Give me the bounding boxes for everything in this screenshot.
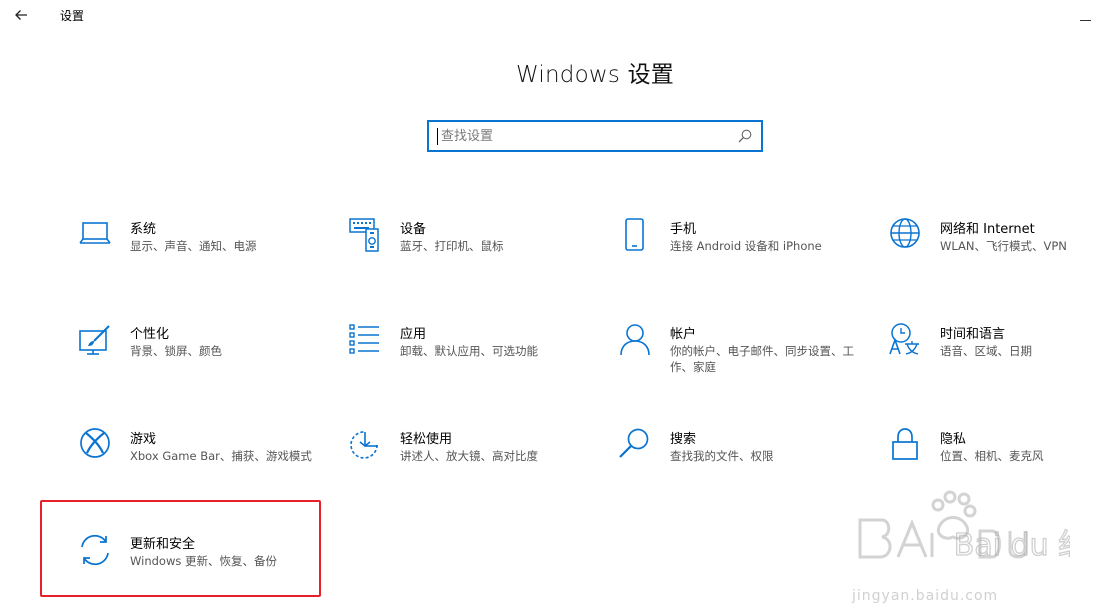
tile-description: 显示、声音、通知、电源 [130,239,257,253]
phone-icon [625,218,644,251]
tile-description: Xbox Game Bar、捕获、游戏模式 [130,449,312,463]
tile-name: 轻松使用 [400,432,453,447]
tile-name: 手机 [670,222,697,237]
tile-name: 搜索 [670,432,697,447]
tile-name: 设备 [400,222,427,237]
title-bar: 设置 [0,0,1112,30]
tile-ease-of-access[interactable]: 轻松使用 讲述人、放大镜、高对比度 [348,428,598,508]
personalization-icon [79,325,110,355]
tile-system[interactable]: 系统 显示、声音、通知、电源 [78,218,328,298]
tile-description: WLAN、飞行模式、VPN [940,239,1067,253]
page-title: Windows 设置 [516,62,674,88]
tile-name: 隐私 [940,432,967,447]
tile-devices[interactable]: 设备 蓝牙、打印机、鼠标 [348,218,598,298]
tile-description: 语音、区域、日期 [940,344,1032,358]
xbox-icon [80,428,110,458]
tile-name: 网络和 Internet [940,222,1035,237]
minimize-button[interactable] [1072,2,1098,28]
tile-name: 应用 [400,327,427,342]
tile-name: 系统 [130,222,157,237]
tile-description: 你的帐户、电子邮件、同步设置、工作、家庭 [670,344,854,374]
tile-name: 个性化 [130,327,170,342]
back-button[interactable] [8,2,34,28]
search-box[interactable] [427,120,763,152]
tile-search[interactable]: 搜索 查找我的文件、权限 [618,428,868,508]
apps-list-icon [349,324,379,354]
globe-icon [890,218,920,248]
lock-icon [892,428,918,460]
tile-description: 连接 Android 设备和 iPhone [670,239,822,253]
devices-icon [349,218,379,252]
person-icon [620,324,650,356]
tile-network[interactable]: 网络和 Internet WLAN、飞行模式、VPN [888,218,1112,298]
tile-description: 查找我的文件、权限 [670,449,774,463]
magnifier-icon[interactable] [737,128,753,144]
time-language-icon [889,323,919,355]
search-input[interactable] [435,126,741,146]
tile-description: 背景、锁屏、颜色 [130,344,222,358]
highlight-annotation [40,500,321,597]
tile-name: 帐户 [670,327,697,342]
tile-description: 讲述人、放大镜、高对比度 [400,449,538,463]
tile-gaming[interactable]: 游戏 Xbox Game Bar、捕获、游戏模式 [78,428,328,508]
tile-name: 游戏 [130,432,157,447]
back-arrow-icon [15,10,27,20]
tile-description: 位置、相机、麦克风 [940,449,1044,463]
tile-description: 卸载、默认应用、可选功能 [400,344,538,358]
tile-description: 蓝牙、打印机、鼠标 [400,239,504,253]
tile-apps[interactable]: 应用 卸载、默认应用、可选功能 [348,323,598,403]
window-title: 设置 [60,9,85,23]
tile-accounts[interactable]: 帐户 你的帐户、电子邮件、同步设置、工作、家庭 [618,323,868,403]
minimize-icon [1079,19,1091,21]
ease-of-access-icon [350,431,378,459]
tile-personalization[interactable]: 个性化 背景、锁屏、颜色 [78,323,328,403]
tile-time-language[interactable]: 时间和语言 语音、区域、日期 [888,323,1112,403]
watermark-url: jingyan.baidu.com [852,588,999,604]
tile-name: 时间和语言 [940,327,1006,342]
search-icon [619,428,649,458]
tile-privacy[interactable]: 隐私 位置、相机、麦克风 [888,428,1112,508]
watermark-logo-text: Bai du 经验 [954,528,1070,563]
tile-phone[interactable]: 手机 连接 Android 设备和 iPhone [618,218,868,298]
laptop-icon [79,222,111,244]
